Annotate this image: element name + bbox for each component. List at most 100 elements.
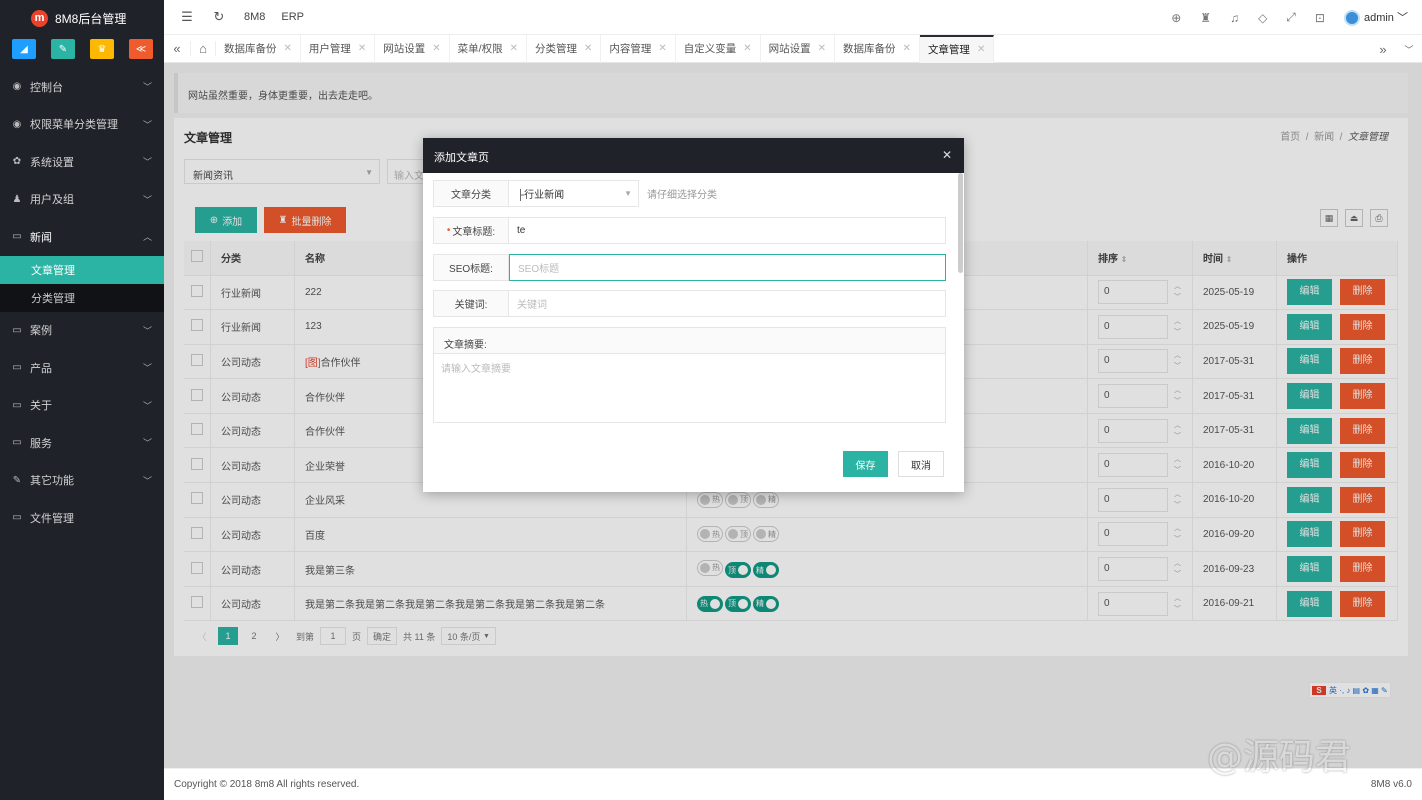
app-logo[interactable]: m 8M8后台管理 bbox=[0, 0, 164, 36]
sidebar-item-6[interactable]: ▭ 产品 ﹀ bbox=[0, 349, 164, 387]
sidebar-item-3[interactable]: ♟ 用户及组 ﹀ bbox=[0, 181, 164, 219]
sidebar-item-8[interactable]: ▭ 服务 ﹀ bbox=[0, 424, 164, 462]
wrench-icon: ✎ bbox=[12, 474, 22, 486]
category-select-value: ├行业新闻 bbox=[517, 190, 565, 201]
chevron-down-icon: ﹀ bbox=[142, 157, 152, 168]
abstract-label: 文章摘要: bbox=[433, 327, 946, 354]
close-icon[interactable]: ✕ bbox=[743, 43, 751, 54]
tab-label: 内容管理 bbox=[609, 43, 652, 55]
chevron-down-icon: ﹀ bbox=[142, 119, 152, 130]
tabs-prev-icon[interactable]: « bbox=[164, 41, 190, 56]
close-icon[interactable]: ✕ bbox=[358, 43, 366, 54]
refresh-icon[interactable]: ↻ bbox=[210, 9, 228, 25]
logo-icon: m bbox=[31, 9, 48, 27]
cancel-button[interactable]: 取消 bbox=[898, 451, 944, 477]
tag-icon[interactable]: ◇ bbox=[1258, 11, 1267, 25]
modal-title: 添加文章页 bbox=[434, 152, 489, 164]
sidebar-item-label: 服务 bbox=[30, 437, 52, 450]
tabs-next-icon[interactable]: » bbox=[1370, 42, 1396, 57]
users-icon: ♟ bbox=[12, 193, 22, 205]
tab-4[interactable]: 分类管理 ✕ bbox=[527, 34, 602, 63]
close-icon[interactable]: ✕ bbox=[284, 43, 292, 54]
close-icon[interactable]: ✕ bbox=[977, 44, 985, 55]
shop-icon[interactable]: ♛ bbox=[90, 39, 114, 59]
sidebar-subitem-0[interactable]: 文章管理 bbox=[0, 255, 164, 284]
tabs-menu-icon[interactable]: ﹀ bbox=[1396, 43, 1422, 56]
home-icon[interactable]: ⌂ bbox=[190, 41, 216, 56]
keywords-label: 关键词: bbox=[433, 290, 509, 317]
fullscreen-icon[interactable]: ⤢ bbox=[1286, 10, 1296, 25]
modal-scrollbar[interactable] bbox=[958, 173, 963, 273]
sidebar-item-4[interactable]: ▭ 新闻 ︿ bbox=[0, 218, 164, 256]
sidebar-subitem-1[interactable]: 分类管理 bbox=[0, 283, 164, 312]
tab-1[interactable]: 用户管理 ✕ bbox=[301, 34, 376, 63]
sidebar-item-label: 新闻 bbox=[30, 231, 52, 244]
keywords-input[interactable]: 关键词 bbox=[509, 290, 946, 317]
sidebar-item-1[interactable]: ◉ 权限菜单分类管理 ﹀ bbox=[0, 106, 164, 144]
sidebar-item-10[interactable]: ▭ 文件管理 bbox=[0, 499, 164, 537]
close-icon[interactable]: ✕ bbox=[818, 43, 826, 54]
close-icon[interactable]: ✕ bbox=[658, 43, 666, 54]
close-icon[interactable]: ✕ bbox=[510, 43, 518, 54]
sidebar-item-5[interactable]: ▭ 案例 ﹀ bbox=[0, 312, 164, 350]
category-select[interactable]: ├行业新闻 ▼ bbox=[509, 180, 639, 207]
edit-icon[interactable]: ✎ bbox=[51, 39, 75, 59]
caret-down-icon: ▼ bbox=[624, 189, 632, 198]
copyright: Copyright © 2018 8m8 All rights reserved… bbox=[174, 779, 360, 790]
chevron-down-icon: ﹀ bbox=[142, 194, 152, 205]
monitor-icon: ▭ bbox=[12, 231, 22, 243]
monitor-icon: ▭ bbox=[12, 437, 22, 449]
trash-icon[interactable]: ♜ bbox=[1200, 11, 1211, 25]
tab-label: 文章管理 bbox=[927, 44, 970, 56]
tab-5[interactable]: 内容管理 ✕ bbox=[601, 34, 676, 63]
chevron-down-icon: ﹀ bbox=[142, 400, 152, 411]
title-label: • 文章标题: bbox=[433, 217, 509, 244]
chevron-down-icon: ﹀ bbox=[142, 325, 152, 336]
version: 8M8 v6.0 bbox=[1370, 779, 1412, 790]
close-icon[interactable]: ✕ bbox=[432, 43, 440, 54]
monitor-icon: ▭ bbox=[12, 512, 22, 524]
share-icon[interactable]: ≪ bbox=[129, 39, 153, 59]
globe-icon[interactable]: ⊕ bbox=[1171, 11, 1181, 25]
top-link-8m8[interactable]: 8M8 bbox=[244, 11, 265, 23]
category-label: 文章分类 bbox=[433, 180, 509, 207]
menu-toggle-icon[interactable]: ☰ bbox=[178, 9, 196, 25]
sidebar-item-label: 产品 bbox=[30, 362, 52, 375]
sidebar-item-2[interactable]: ✿ 系统设置 ﹀ bbox=[0, 143, 164, 181]
dashboard-icon: ◉ bbox=[12, 118, 22, 130]
tab-6[interactable]: 自定义变量 ✕ bbox=[676, 34, 761, 63]
tab-label: 网站设置 bbox=[768, 43, 811, 55]
sidebar-item-9[interactable]: ✎ 其它功能 ﹀ bbox=[0, 462, 164, 500]
abstract-textarea[interactable]: 请输入文章摘要 bbox=[433, 353, 946, 423]
tab-2[interactable]: 网站设置 ✕ bbox=[375, 34, 450, 63]
bell-icon[interactable]: ♫ bbox=[1230, 11, 1239, 25]
close-icon[interactable]: ✕ bbox=[903, 43, 911, 54]
close-icon[interactable]: ✕ bbox=[942, 148, 952, 162]
sidebar-item-7[interactable]: ▭ 关于 ﹀ bbox=[0, 387, 164, 425]
chart-icon[interactable]: ◢ bbox=[12, 39, 36, 59]
sidebar-item-label: 案例 bbox=[30, 325, 52, 338]
sidebar-item-0[interactable]: ◉ 控制台 ﹀ bbox=[0, 68, 164, 106]
chevron-down-icon: ﹀ bbox=[1397, 11, 1408, 24]
sidebar-item-label: 用户及组 bbox=[30, 194, 74, 207]
top-link-erp[interactable]: ERP bbox=[281, 11, 304, 23]
tab-7[interactable]: 网站设置 ✕ bbox=[761, 34, 836, 63]
monitor-icon: ▭ bbox=[12, 362, 22, 374]
category-hint: 请仔细选择分类 bbox=[647, 190, 717, 201]
tab-label: 菜单/权限 bbox=[457, 43, 503, 55]
title-input[interactable]: te bbox=[509, 217, 946, 244]
tab-3[interactable]: 菜单/权限 ✕ bbox=[450, 34, 527, 63]
chevron-down-icon: ﹀ bbox=[142, 82, 152, 93]
user-name: admin bbox=[1363, 11, 1394, 24]
tab-8[interactable]: 数据库备份 ✕ bbox=[835, 34, 920, 63]
seo-label: SEO标题: bbox=[433, 254, 509, 281]
seo-title-input[interactable]: SEO标题 bbox=[509, 254, 946, 281]
close-icon[interactable]: ✕ bbox=[584, 43, 592, 54]
tab-label: 分类管理 bbox=[534, 43, 577, 55]
sidebar-item-label: 关于 bbox=[30, 400, 52, 413]
lock-icon[interactable]: ⊡ bbox=[1315, 11, 1325, 25]
save-button[interactable]: 保存 bbox=[843, 451, 888, 477]
tab-9[interactable]: 文章管理 ✕ bbox=[919, 34, 995, 63]
tab-0[interactable]: 数据库备份 ✕ bbox=[216, 34, 301, 63]
user-menu[interactable]: admin ﹀ bbox=[1343, 9, 1408, 27]
